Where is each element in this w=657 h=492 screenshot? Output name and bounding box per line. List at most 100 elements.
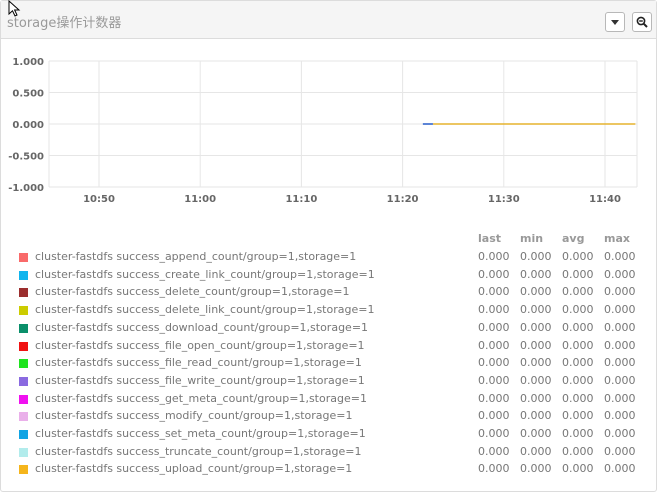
caret-down-icon: [611, 19, 619, 25]
legend-value-avg: 0.000: [562, 444, 594, 458]
legend-color-swatch: [19, 376, 28, 386]
legend-header-last[interactable]: last: [478, 232, 501, 245]
legend-value-last: 0.000: [478, 356, 510, 370]
legend-value-max: 0.000: [604, 285, 636, 299]
x-tick-label: 11:20: [387, 194, 419, 205]
legend-value-max: 0.000: [604, 427, 636, 440]
legend-value-last: 0.000: [478, 303, 510, 317]
graph-panel: storage操作计数器 1.000 0.500 0.000 -0.500 -1.000…: [0, 0, 657, 492]
legend-row[interactable]: cluster-fastdfs success_delete_count/gro…: [1, 285, 656, 302]
legend-value-max: 0.000: [604, 462, 636, 476]
y-tick-label: 0.500: [12, 89, 44, 100]
legend-value-min: 0.000: [520, 373, 552, 387]
legend-value-avg: 0.000: [562, 427, 594, 440]
legend-header-max[interactable]: max: [604, 232, 630, 245]
legend-value-min: 0.000: [520, 285, 552, 299]
legend-row[interactable]: cluster-fastdfs success_delete_link_coun…: [1, 303, 656, 320]
legend-series-name[interactable]: cluster-fastdfs success_upload_count/gro…: [35, 462, 352, 475]
y-tick-label: 1.000: [12, 57, 44, 68]
legend-series-name[interactable]: cluster-fastdfs success_create_link_coun…: [35, 268, 375, 281]
legend-value-max: 0.000: [604, 338, 636, 352]
legend-series-name[interactable]: cluster-fastdfs success_delete_link_coun…: [35, 303, 374, 316]
legend-color-swatch: [19, 270, 28, 280]
legend-value-avg: 0.000: [562, 373, 594, 387]
legend-value-max: 0.000: [604, 444, 636, 458]
legend-value-last: 0.000: [478, 409, 510, 423]
legend-value-avg: 0.000: [562, 320, 594, 334]
legend-color-swatch: [19, 430, 28, 439]
legend-color-swatch: [19, 253, 28, 262]
legend-series-name[interactable]: cluster-fastdfs success_delete_count/gro…: [35, 285, 350, 298]
legend-value-last: 0.000: [478, 444, 510, 458]
legend-value-avg: 0.000: [562, 462, 594, 476]
legend-series-name[interactable]: cluster-fastdfs success_file_read_count/…: [35, 356, 362, 369]
legend-row[interactable]: cluster-fastdfs success_set_meta_count/g…: [1, 427, 656, 444]
legend-value-min: 0.000: [520, 444, 552, 458]
legend-series-name[interactable]: cluster-fastdfs success_set_meta_count/g…: [35, 427, 366, 440]
legend-row[interactable]: cluster-fastdfs success_modify_count/gro…: [1, 409, 656, 426]
panel-title: storage操作计数器: [7, 16, 122, 31]
legend-value-max: 0.000: [604, 303, 636, 317]
legend-value-avg: 0.000: [562, 356, 594, 370]
legend-color-swatch: [19, 465, 28, 475]
legend-series-name[interactable]: cluster-fastdfs success_file_open_count/…: [35, 339, 365, 352]
legend-color-swatch: [19, 447, 28, 457]
legend-series-name[interactable]: cluster-fastdfs success_get_meta_count/g…: [35, 392, 367, 405]
legend-row[interactable]: cluster-fastdfs success_truncate_count/g…: [1, 445, 656, 462]
legend-color-swatch: [19, 306, 28, 316]
legend-value-min: 0.000: [520, 427, 552, 440]
legend-row[interactable]: cluster-fastdfs success_append_count/gro…: [1, 250, 656, 267]
y-tick-label: -0.500: [8, 152, 44, 163]
legend-value-avg: 0.000: [562, 267, 594, 281]
legend-value-last: 0.000: [478, 338, 510, 352]
legend-series-name[interactable]: cluster-fastdfs success_download_count/g…: [35, 321, 368, 334]
legend-row[interactable]: cluster-fastdfs success_file_read_count/…: [1, 356, 656, 373]
legend-row[interactable]: cluster-fastdfs success_upload_count/gro…: [1, 462, 656, 479]
x-tick-label: 11:40: [589, 194, 621, 205]
x-tick-label: 11:10: [285, 194, 317, 205]
dropdown-button[interactable]: [605, 12, 625, 32]
zoom-out-button[interactable]: [632, 12, 652, 32]
legend-value-min: 0.000: [520, 409, 552, 423]
legend-color-swatch: [19, 394, 28, 404]
legend-value-last: 0.000: [478, 391, 510, 405]
legend-value-min: 0.000: [520, 320, 552, 334]
legend-header-min[interactable]: min: [520, 232, 543, 245]
legend-row[interactable]: cluster-fastdfs success_get_meta_count/g…: [1, 392, 656, 409]
legend-series-name[interactable]: cluster-fastdfs success_file_write_count…: [35, 374, 365, 387]
legend-value-max: 0.000: [604, 267, 636, 281]
legend-value-avg: 0.000: [562, 303, 594, 317]
legend-row[interactable]: cluster-fastdfs success_create_link_coun…: [1, 268, 656, 285]
y-tick-label: -1.000: [8, 183, 44, 194]
legend-value-min: 0.000: [520, 250, 552, 263]
x-tick-label: 11:00: [184, 194, 216, 205]
legend-value-max: 0.000: [604, 373, 636, 387]
legend-value-last: 0.000: [478, 267, 510, 281]
zoom-out-icon: [636, 16, 648, 28]
legend-value-min: 0.000: [520, 356, 552, 370]
legend-value-last: 0.000: [478, 462, 510, 476]
x-tick-label: 10:50: [83, 194, 115, 205]
legend-series-name[interactable]: cluster-fastdfs success_modify_count/gro…: [35, 409, 353, 422]
legend-row[interactable]: cluster-fastdfs success_download_count/g…: [1, 321, 656, 338]
legend-row[interactable]: cluster-fastdfs success_file_write_count…: [1, 374, 656, 391]
mouse-cursor-icon: [8, 0, 21, 17]
legend-color-swatch: [19, 412, 28, 422]
legend-value-max: 0.000: [604, 409, 636, 423]
legend-value-avg: 0.000: [562, 409, 594, 423]
legend-value-avg: 0.000: [562, 338, 594, 352]
legend-value-min: 0.000: [520, 267, 552, 281]
legend-series-name[interactable]: cluster-fastdfs success_truncate_count/g…: [35, 445, 362, 458]
legend-color-swatch: [19, 323, 28, 333]
panel-header: storage操作计数器: [1, 1, 656, 39]
legend-value-avg: 0.000: [562, 250, 594, 263]
legend-series-name[interactable]: cluster-fastdfs success_append_count/gro…: [35, 250, 356, 263]
legend-value-max: 0.000: [604, 250, 636, 263]
legend-value-min: 0.000: [520, 338, 552, 352]
legend-value-min: 0.000: [520, 462, 552, 476]
legend-header-avg[interactable]: avg: [562, 232, 584, 245]
legend-color-swatch: [19, 341, 28, 351]
legend-row[interactable]: cluster-fastdfs success_file_open_count/…: [1, 339, 656, 356]
legend-value-min: 0.000: [520, 303, 552, 317]
line-chart[interactable]: 1.000 0.500 0.000 -0.500 -1.000 10:50 11:00 11:…: [1, 38, 656, 218]
